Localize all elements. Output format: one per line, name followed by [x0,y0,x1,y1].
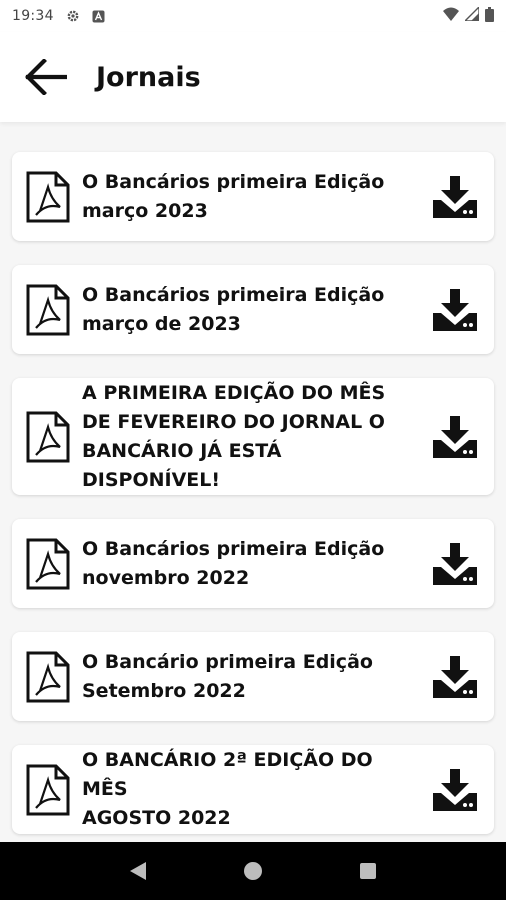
recents-square-icon [360,863,377,879]
download-icon[interactable] [430,412,480,462]
battery-icon [485,6,494,26]
journal-title-line: Setembro 2022 [82,679,246,702]
journal-item[interactable]: O Bancário primeira Edição Setembro 2022 [12,632,494,721]
nav-back-button[interactable] [118,851,158,891]
system-nav-bar [0,842,506,900]
download-icon[interactable] [430,285,480,335]
status-time: 19:34 [12,8,54,24]
pdf-file-icon [26,171,70,223]
nav-recents-button[interactable] [348,851,388,891]
pdf-file-icon [26,538,70,590]
journal-title: O Bancários primeira Edição março 2023 [82,168,430,226]
download-icon[interactable] [430,172,480,222]
journal-title: O BANCÁRIO 2ª EDIÇÃO DO MÊS AGOSTO 2022 [82,746,430,833]
journal-item[interactable]: O BANCÁRIO 2ª EDIÇÃO DO MÊS AGOSTO 2022 [12,745,494,834]
journal-title-line: O Bancários primeira Edição [82,283,385,306]
page-title: Jornais [96,61,201,93]
journal-title-line: DE FEVEREIRO DO JORNAL O [82,410,385,433]
journal-title: O Bancários primeira Edição novembro 202… [82,535,430,593]
journal-title: A PRIMEIRA EDIÇÃO DO MÊS DE FEVEREIRO DO… [82,379,430,495]
pdf-file-icon [26,764,70,816]
wifi-icon [443,7,459,25]
journal-title-line: O BANCÁRIO 2ª EDIÇÃO DO MÊS [82,749,373,800]
download-icon[interactable] [430,652,480,702]
journal-item[interactable]: A PRIMEIRA EDIÇÃO DO MÊS DE FEVEREIRO DO… [12,378,494,495]
home-circle-icon [243,862,262,880]
download-icon[interactable] [430,765,480,815]
journal-title-line: AGOSTO 2022 [82,807,231,829]
pdf-file-icon [26,411,70,463]
pdf-file-icon [26,284,70,336]
journal-title-line: março de 2023 [82,312,241,335]
pdf-file-icon [26,651,70,703]
journal-title-line: A PRIMEIRA EDIÇÃO DO MÊS [82,381,386,404]
journal-title-line: março 2023 [82,199,208,222]
journal-title-line: O Bancário primeira Edição [82,650,373,673]
download-icon[interactable] [430,539,480,589]
journal-title-line: novembro 2022 [82,566,250,589]
journal-title-line: BANCÁRIO JÁ ESTÁ DISPONÍVEL! [82,439,282,491]
journal-item[interactable]: O Bancários primeira Edição novembro 202… [12,519,494,608]
app-bar: Jornais [0,32,506,122]
journal-title-line: O Bancários primeira Edição [82,537,385,560]
arrow-left-icon [25,59,67,95]
journal-title: O Bancários primeira Edição março de 202… [82,281,430,339]
back-button[interactable] [22,53,70,101]
signal-icon [463,5,480,25]
status-bar: 19:34 [0,0,506,32]
gear-icon [66,9,80,23]
journal-item[interactable]: O Bancários primeira Edição março 2023 [12,152,494,241]
a-badge-icon [92,9,106,23]
journal-item[interactable]: O Bancários primeira Edição março de 202… [12,265,494,354]
back-triangle-icon [129,862,146,880]
nav-home-button[interactable] [233,851,273,891]
journal-title-line: O Bancários primeira Edição [82,170,385,193]
journal-title: O Bancário primeira Edição Setembro 2022 [82,648,430,706]
journal-list[interactable]: O Bancários primeira Edição março 2023 O… [0,122,506,842]
